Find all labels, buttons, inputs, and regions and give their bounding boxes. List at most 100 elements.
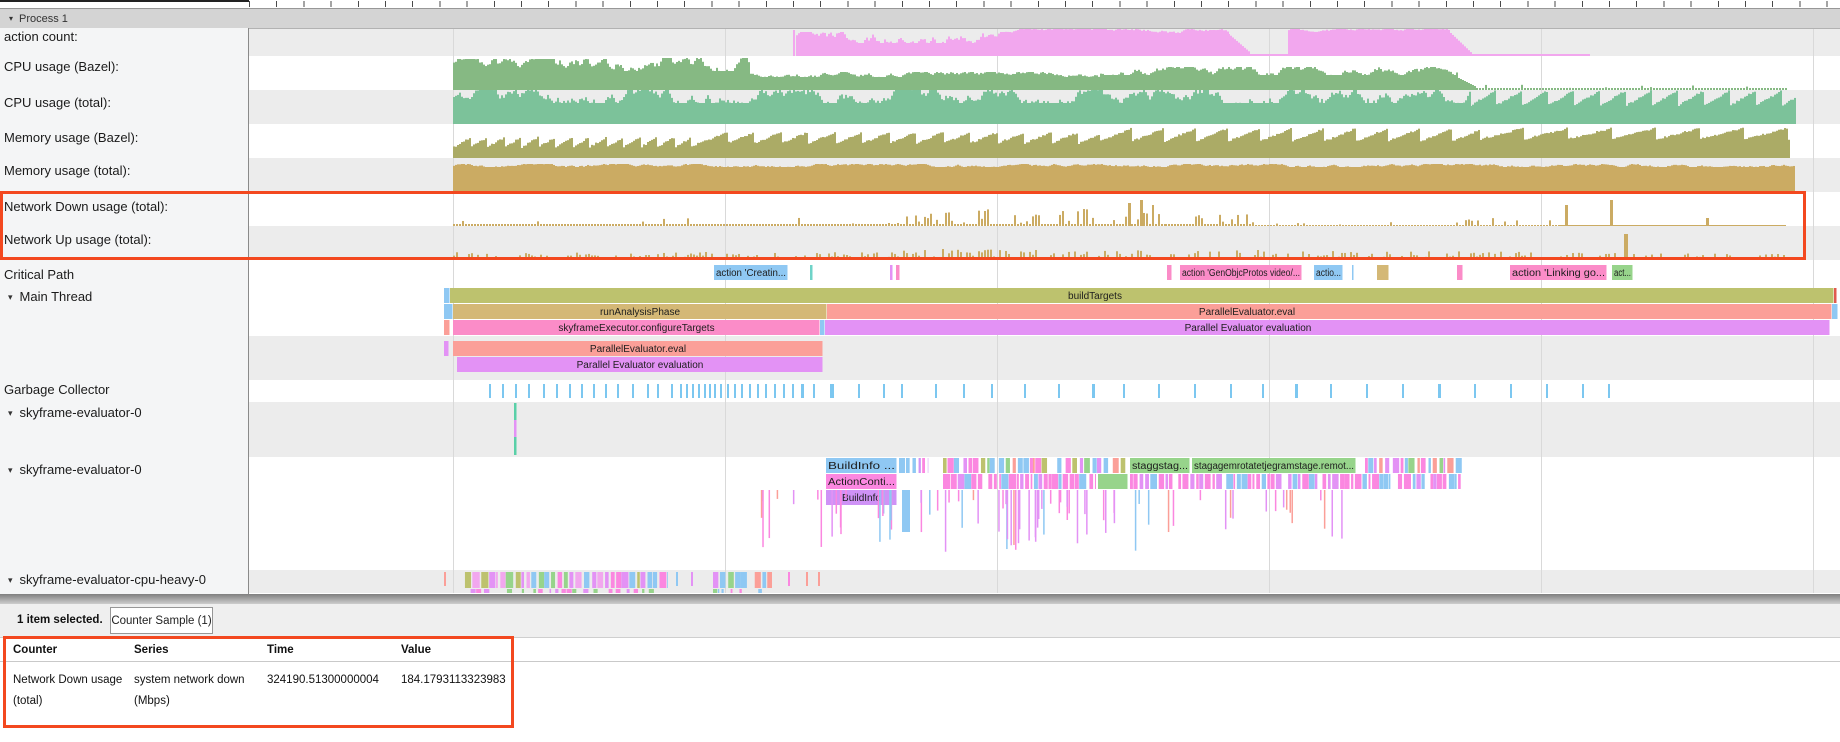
slice[interactable] bbox=[551, 572, 555, 588]
slice[interactable] bbox=[826, 458, 897, 473]
slice[interactable] bbox=[1447, 458, 1453, 473]
slice[interactable] bbox=[709, 384, 711, 398]
track-label-skyframe-evaluator-cpu-heavy-0[interactable]: ▾skyframe-evaluator-cpu-heavy-0 bbox=[8, 572, 206, 588]
slice[interactable] bbox=[1063, 474, 1068, 489]
slice[interactable] bbox=[1114, 490, 1116, 523]
slice[interactable] bbox=[1212, 474, 1214, 489]
slice[interactable] bbox=[1320, 490, 1322, 500]
slice[interactable] bbox=[649, 589, 654, 593]
collapse-triangle-icon[interactable]: ▾ bbox=[8, 405, 13, 421]
slice[interactable] bbox=[676, 572, 678, 586]
slice[interactable] bbox=[1044, 474, 1048, 489]
track-label-action-count[interactable]: action count: bbox=[4, 29, 78, 45]
slice[interactable] bbox=[948, 490, 950, 503]
slice[interactable] bbox=[597, 572, 603, 588]
slice[interactable] bbox=[1440, 458, 1444, 473]
collapse-triangle-icon[interactable]: ▾ bbox=[8, 572, 13, 588]
slice[interactable] bbox=[671, 384, 673, 398]
slice[interactable] bbox=[1393, 458, 1399, 473]
slice[interactable] bbox=[806, 572, 808, 586]
timeline-canvas[interactable]: action 'Creatin...action 'GenObjcProtos … bbox=[0, 0, 1840, 600]
slice[interactable] bbox=[500, 572, 505, 588]
slice[interactable] bbox=[1266, 490, 1268, 512]
slice[interactable] bbox=[1252, 474, 1254, 489]
slice[interactable] bbox=[1366, 384, 1368, 398]
counter-track-network-down-usage-total[interactable] bbox=[453, 200, 1786, 226]
slice[interactable] bbox=[831, 490, 833, 537]
slice[interactable] bbox=[637, 572, 640, 588]
slice[interactable] bbox=[902, 490, 910, 532]
slice[interactable] bbox=[1398, 474, 1402, 489]
slice[interactable] bbox=[958, 490, 960, 501]
slice[interactable] bbox=[883, 384, 885, 398]
slice[interactable] bbox=[515, 384, 517, 398]
tab-counter-sample[interactable]: Counter Sample (1) bbox=[110, 607, 213, 634]
slice[interactable] bbox=[1510, 384, 1512, 398]
track-label-garbage-collector[interactable]: Garbage Collector bbox=[4, 382, 110, 398]
slice[interactable] bbox=[653, 572, 657, 588]
slice[interactable] bbox=[1075, 474, 1079, 489]
slice[interactable] bbox=[1437, 474, 1442, 489]
slice[interactable] bbox=[840, 490, 842, 534]
slice[interactable] bbox=[792, 384, 794, 398]
slice[interactable] bbox=[616, 589, 621, 593]
slice[interactable] bbox=[575, 572, 581, 588]
slice[interactable] bbox=[1438, 384, 1441, 398]
slice[interactable] bbox=[704, 384, 706, 398]
slice[interactable] bbox=[1057, 458, 1061, 473]
slice[interactable] bbox=[1035, 490, 1037, 542]
slice[interactable] bbox=[1148, 490, 1150, 525]
slice[interactable] bbox=[692, 384, 694, 398]
slice[interactable] bbox=[621, 572, 628, 588]
slice[interactable] bbox=[533, 589, 536, 593]
slice[interactable] bbox=[1182, 474, 1188, 489]
slice[interactable] bbox=[1225, 490, 1227, 529]
slice[interactable] bbox=[1455, 474, 1457, 489]
slice[interactable] bbox=[963, 384, 965, 398]
slice[interactable] bbox=[1030, 458, 1033, 473]
slice[interactable] bbox=[1608, 384, 1610, 398]
slice[interactable] bbox=[528, 384, 530, 398]
slice[interactable] bbox=[1331, 490, 1333, 537]
slice[interactable] bbox=[767, 572, 772, 588]
counter-track-memory-usage-bazel[interactable] bbox=[453, 128, 1790, 158]
slice[interactable] bbox=[951, 474, 957, 489]
slice[interactable] bbox=[827, 304, 1832, 319]
slice[interactable] bbox=[611, 572, 615, 588]
slice[interactable] bbox=[735, 572, 741, 588]
slice[interactable] bbox=[801, 384, 804, 398]
slice[interactable] bbox=[1383, 474, 1388, 489]
slice[interactable] bbox=[1052, 474, 1058, 489]
slice[interactable] bbox=[561, 589, 565, 593]
slice[interactable] bbox=[572, 589, 576, 593]
slice[interactable] bbox=[1167, 265, 1172, 280]
track-label-skyframe-evaluator-0-11[interactable]: ▾skyframe-evaluator-0 bbox=[8, 462, 142, 478]
slice[interactable] bbox=[762, 572, 766, 588]
slice[interactable] bbox=[1276, 474, 1282, 489]
collapse-triangle-icon[interactable]: ▾ bbox=[8, 462, 13, 478]
slice[interactable] bbox=[1232, 490, 1234, 519]
slice[interactable] bbox=[1369, 474, 1371, 489]
slice[interactable] bbox=[1413, 474, 1416, 489]
slice[interactable] bbox=[667, 572, 668, 588]
slice[interactable] bbox=[1034, 474, 1038, 489]
slice[interactable] bbox=[1385, 458, 1389, 473]
slice[interactable] bbox=[634, 589, 638, 593]
slice[interactable] bbox=[1166, 474, 1169, 489]
slice[interactable] bbox=[977, 490, 979, 524]
slice[interactable] bbox=[901, 384, 903, 398]
slice[interactable] bbox=[958, 474, 965, 489]
slice[interactable] bbox=[1072, 458, 1077, 473]
slice[interactable] bbox=[1230, 384, 1232, 398]
slice[interactable] bbox=[1192, 458, 1356, 473]
slice[interactable] bbox=[1834, 288, 1837, 303]
track-label-cpu-usage-total[interactable]: CPU usage (total): bbox=[4, 95, 111, 111]
slice[interactable] bbox=[558, 572, 563, 588]
slice[interactable] bbox=[680, 384, 682, 398]
slice[interactable] bbox=[978, 474, 982, 489]
slice[interactable] bbox=[1351, 474, 1353, 489]
slice[interactable] bbox=[714, 384, 716, 398]
slice[interactable] bbox=[1340, 474, 1344, 489]
slice[interactable] bbox=[1291, 490, 1293, 523]
slice[interactable] bbox=[1226, 474, 1233, 489]
